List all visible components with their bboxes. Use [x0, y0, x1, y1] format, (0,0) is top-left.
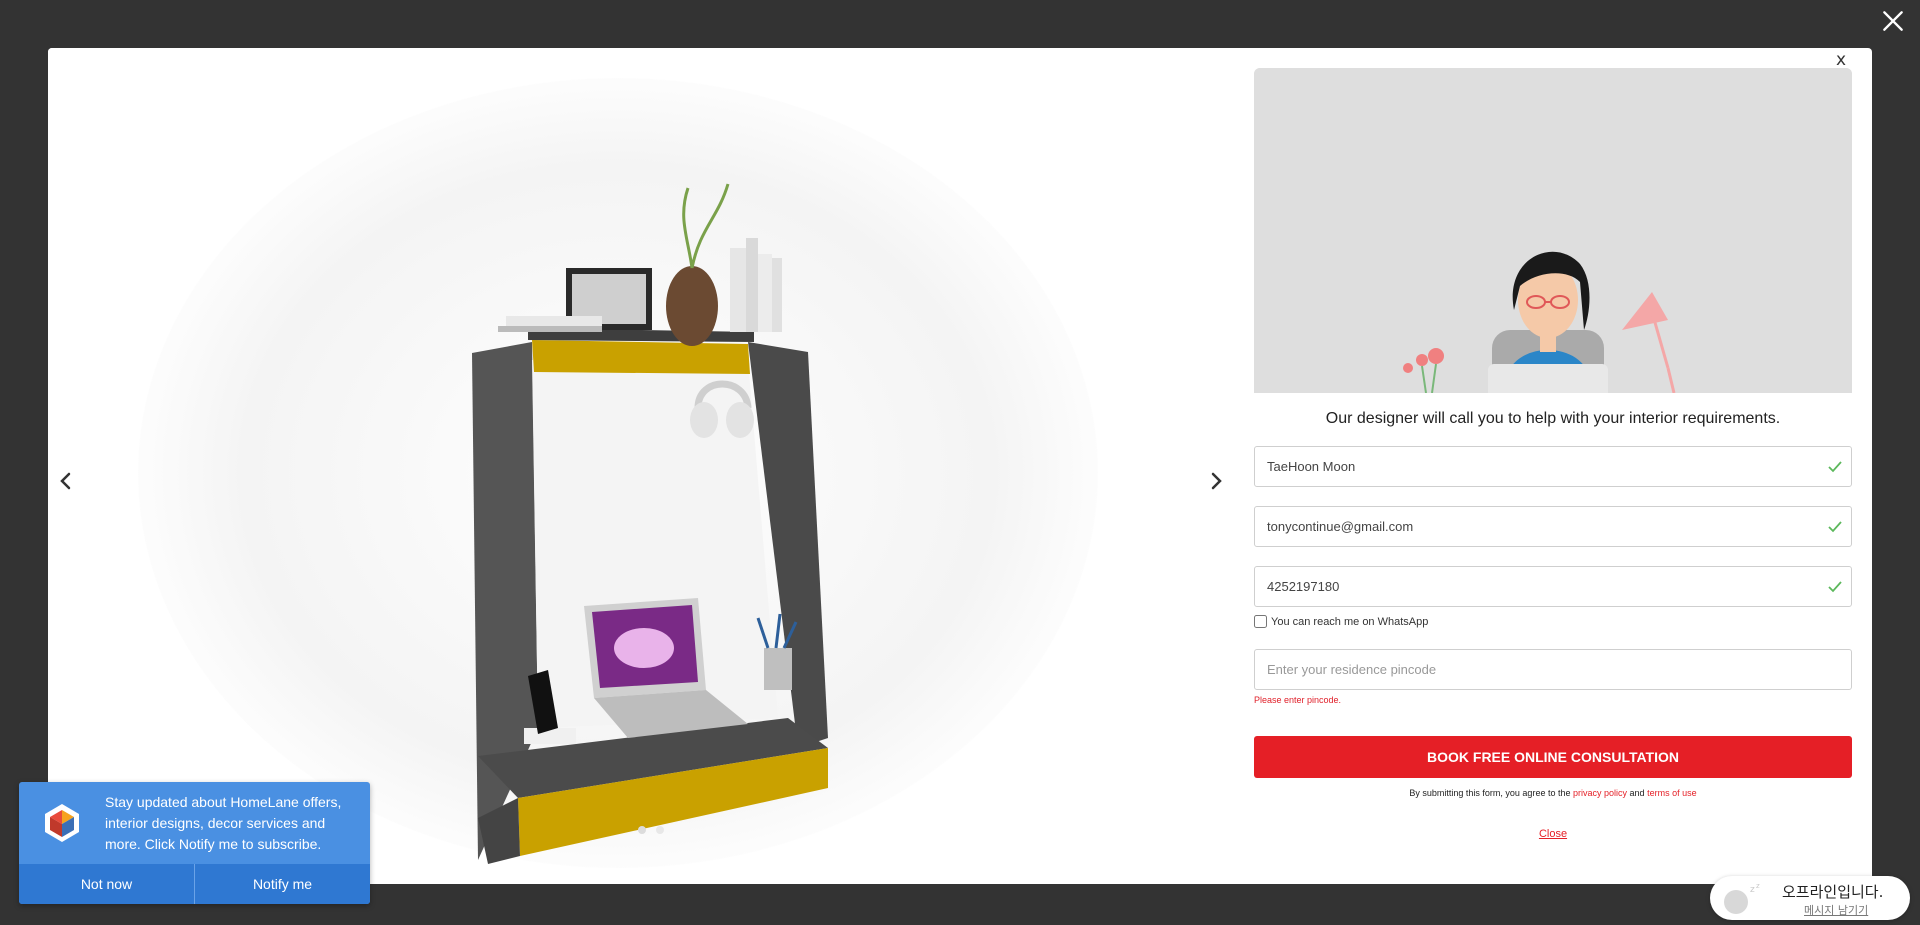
privacy-policy-link[interactable]: privacy policy	[1573, 788, 1627, 798]
gallery-prev-button[interactable]	[54, 466, 78, 496]
pincode-input[interactable]	[1255, 650, 1851, 689]
gallery-dot[interactable]	[638, 826, 646, 834]
notification-actions: Not now Notify me	[19, 864, 370, 904]
notify-me-button[interactable]: Notify me	[194, 864, 370, 904]
terms-of-use-link[interactable]: terms of use	[1647, 788, 1697, 798]
chat-widget[interactable]: z z 오프라인입니다. 메시지 남기기	[1710, 876, 1910, 920]
study-desk-image	[472, 183, 828, 864]
name-field[interactable]	[1254, 446, 1852, 487]
check-icon	[1828, 521, 1842, 533]
email-field[interactable]	[1254, 506, 1852, 547]
terms-text: By submitting this form, you agree to th…	[1254, 788, 1852, 798]
sleeping-chat-icon: z z	[1724, 882, 1760, 914]
homelane-logo-icon	[45, 804, 79, 842]
chevron-left-icon	[60, 472, 71, 490]
gallery-dots	[638, 826, 664, 834]
consultation-form: x Our designer will call you to help wit…	[1254, 48, 1872, 884]
form-tagline: Our designer will call you to help with …	[1325, 410, 1781, 427]
whatsapp-checkbox[interactable]	[1254, 615, 1267, 628]
close-link[interactable]: Close	[1254, 828, 1852, 840]
terms-prefix: By submitting this form, you agree to th…	[1409, 788, 1571, 798]
name-input[interactable]	[1255, 447, 1851, 486]
phone-input[interactable]	[1255, 567, 1851, 606]
chevron-right-icon	[1211, 472, 1222, 490]
whatsapp-label: You can reach me on WhatsApp	[1271, 615, 1429, 628]
whatsapp-option[interactable]: You can reach me on WhatsApp	[1254, 615, 1428, 628]
form-close-button[interactable]: x	[1836, 50, 1846, 70]
svg-text:z: z	[1750, 885, 1755, 895]
email-input[interactable]	[1255, 507, 1851, 546]
gallery-dot[interactable]	[656, 826, 664, 834]
consultation-modal: x Our designer will call you to help wit…	[48, 48, 1872, 884]
book-consultation-button[interactable]: BOOK FREE ONLINE CONSULTATION	[1254, 736, 1852, 778]
push-notification-prompt: Stay updated about HomeLane offers, inte…	[19, 782, 370, 904]
notification-message: Stay updated about HomeLane offers, inte…	[105, 794, 342, 852]
terms-and: and	[1629, 788, 1645, 798]
pincode-error: Please enter pincode.	[1254, 695, 1342, 705]
overlay-close-icon[interactable]	[1880, 8, 1906, 34]
check-icon	[1828, 461, 1842, 473]
leave-message-link[interactable]: 메시지 남기기	[1804, 902, 1868, 918]
image-gallery	[48, 48, 1238, 884]
phone-field[interactable]	[1254, 566, 1852, 607]
pincode-field[interactable]	[1254, 649, 1852, 690]
chat-status: 오프라인입니다.	[1782, 883, 1884, 901]
gallery-next-button[interactable]	[1204, 466, 1228, 496]
svg-text:z: z	[1756, 882, 1760, 890]
designer-illustration	[1254, 68, 1852, 393]
not-now-button[interactable]: Not now	[19, 864, 194, 904]
check-icon	[1828, 581, 1842, 593]
